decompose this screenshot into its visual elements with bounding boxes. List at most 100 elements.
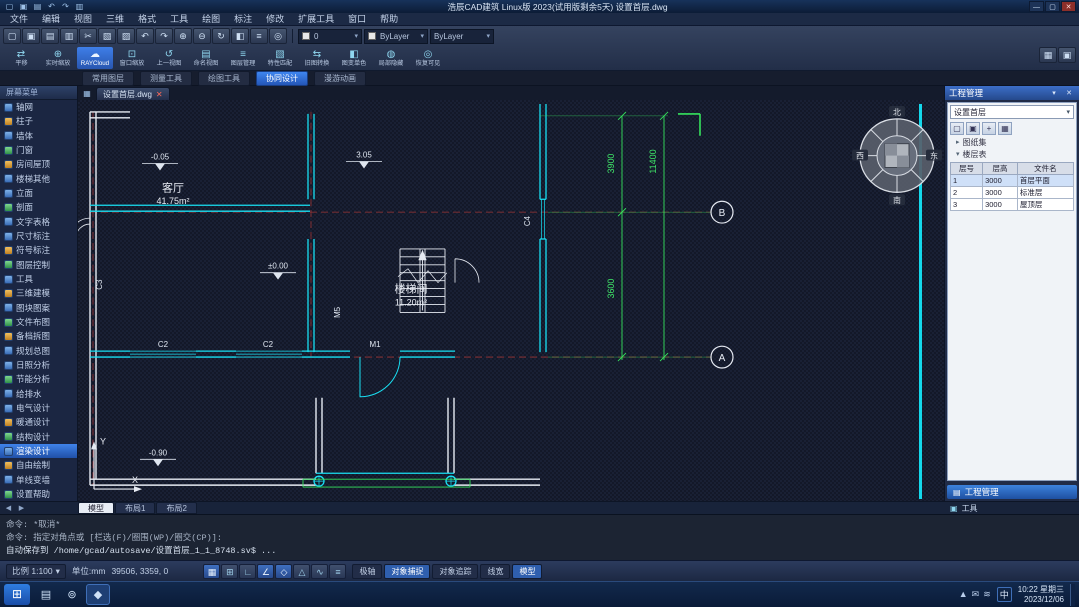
menu-item[interactable]: 修改 [259, 13, 291, 26]
close-tab-icon[interactable]: ✕ [156, 90, 163, 99]
tab-draw-tools[interactable]: 绘图工具 [198, 70, 250, 86]
sidebar-item[interactable]: 备档拆图 [0, 329, 77, 343]
menu-item[interactable]: 扩展工具 [291, 13, 341, 26]
sidebar-item[interactable]: 柱子 [0, 114, 77, 128]
zoom-realtime-button[interactable]: ⊕ 实时缩放 [40, 47, 76, 69]
sidebar-item[interactable]: 剖面 [0, 200, 77, 214]
menu-item[interactable]: 标注 [227, 13, 259, 26]
sidebar-item[interactable]: 工具 [0, 272, 77, 286]
status-toggle-chip[interactable]: 线宽 [480, 563, 511, 579]
sidebar-item[interactable]: 电气设计 [0, 401, 77, 415]
menu-item[interactable]: 绘图 [195, 13, 227, 26]
table-row[interactable]: 2 3000 标准层 [949, 186, 1075, 199]
open-project-icon[interactable]: ▣ [966, 122, 980, 135]
named-views-button[interactable]: ▤ 命名视图 [188, 47, 224, 69]
match-button[interactable]: ▧ 特性匹配 [262, 47, 298, 69]
drawing-canvas[interactable]: 3900 3600 11400 B A 客厅 41.75m² 楼梯间 11.20… [78, 100, 944, 501]
sidebar-item[interactable]: 自由绘制 [0, 458, 77, 472]
command-line-window[interactable]: 命令: *取消* 命令: 指定对角点或 [栏选(F)/圈围(WP)/圈交(CP)]… [0, 514, 1079, 560]
add-sheet-icon[interactable]: + [982, 122, 996, 135]
zoom-window-button[interactable]: ⊡ 窗口缩放 [114, 47, 150, 69]
ortho-toggle[interactable]: ∟ [239, 563, 257, 579]
close-panel-icon[interactable]: ✕ [1063, 89, 1075, 97]
document-tab[interactable]: 设置首层.dwg ✕ [96, 87, 170, 100]
scale-selector[interactable]: 比例 1:100 ▾ [6, 563, 66, 579]
sidebar-item[interactable]: 单线变墙 [0, 473, 77, 487]
sidebar-item[interactable]: 房间屋顶 [0, 157, 77, 171]
tools-tab[interactable]: ▣ 工具 [944, 503, 1077, 514]
table-row[interactable]: 3 3000 屋顶层 [949, 198, 1075, 211]
new-icon[interactable]: ▢ [3, 28, 21, 44]
raycloud-button[interactable]: ☁ RAYCloud [77, 47, 113, 69]
tree-item-floors[interactable]: ▾ 楼层表 [948, 148, 1076, 160]
sidebar-item[interactable]: 暖通设计 [0, 415, 77, 429]
snap-toggle[interactable]: ▦ [203, 563, 221, 579]
layout-tab[interactable]: 布局1 [115, 502, 156, 514]
pin-icon[interactable]: ▾ [1048, 89, 1060, 97]
new-project-icon[interactable]: ▢ [950, 122, 964, 135]
redo-icon[interactable]: ↷ [155, 28, 173, 44]
tab-collab-design[interactable]: 协同设计 [256, 70, 308, 86]
open-icon[interactable]: ▣ [22, 28, 40, 44]
open-icon[interactable]: ▣ [17, 1, 30, 12]
menu-item[interactable]: 格式 [131, 13, 163, 26]
tab-walkthrough[interactable]: 漫游动画 [314, 70, 366, 86]
menu-item[interactable]: 视图 [67, 13, 99, 26]
find-icon[interactable]: ◎ [269, 28, 287, 44]
layers-icon[interactable]: ≡ [250, 28, 268, 44]
sidebar-item[interactable]: 门窗 [0, 143, 77, 157]
show-desktop-button[interactable] [1070, 583, 1075, 606]
regen-icon[interactable]: ↻ [212, 28, 230, 44]
hide-partial-button[interactable]: ◍ 局部隐藏 [373, 47, 409, 69]
paste-icon[interactable]: ▨ [117, 28, 135, 44]
project-combo[interactable]: 设置首层 ▾ [950, 105, 1074, 119]
sidebar-item[interactable]: 渲染设计 [0, 443, 77, 459]
maximize-button[interactable]: ▢ [1045, 1, 1060, 12]
save-icon[interactable]: ▤ [41, 28, 59, 44]
match-properties-icon[interactable]: ◧ [231, 28, 249, 44]
linetype-combo[interactable]: ByLayer ▾ [430, 28, 494, 44]
sidebar-item[interactable]: 三维建模 [0, 286, 77, 300]
menu-item[interactable]: 窗口 [341, 13, 373, 26]
input-method-indicator[interactable]: 中 [996, 587, 1012, 602]
menu-item[interactable]: 文件 [3, 13, 35, 26]
restore-visible-button[interactable]: ◎ 恢复可见 [410, 47, 446, 69]
floorplan-drawing[interactable]: 3900 3600 11400 B A 客厅 41.75m² 楼梯间 11.20… [78, 100, 944, 501]
menu-item[interactable]: 工具 [163, 13, 195, 26]
status-toggle-chip[interactable]: 对象追踪 [432, 563, 479, 579]
tab-measure-tools[interactable]: 测量工具 [140, 70, 192, 86]
settings-icon[interactable]: ▦ [998, 122, 1012, 135]
sidebar-item[interactable]: 图块图案 [0, 301, 77, 315]
polar-toggle[interactable]: ∠ [257, 563, 275, 579]
tool-palette-icon[interactable]: ▣ [1058, 47, 1076, 63]
layer-combo[interactable]: 0 ▾ [298, 28, 362, 44]
properties-panel-icon[interactable]: ▦ [1039, 47, 1057, 63]
undo-icon[interactable]: ↶ [45, 1, 58, 12]
otrack-toggle[interactable]: △ [293, 563, 311, 579]
sidebar-item[interactable]: 日照分析 [0, 358, 77, 372]
network-icon[interactable]: ≋ [983, 589, 991, 600]
sidebar-item[interactable]: 节能分析 [0, 372, 77, 386]
redo-icon[interactable]: ↷ [59, 1, 72, 12]
browser-icon[interactable]: ⊚ [60, 584, 84, 605]
mail-icon[interactable]: ✉ [972, 589, 980, 600]
layout-tab[interactable]: 布局2 [156, 502, 197, 514]
grid-toggle[interactable]: ⊞ [221, 563, 239, 579]
sidebar-item[interactable]: 轴网 [0, 100, 77, 114]
status-toggle-chip[interactable]: 对象捕捉 [384, 563, 431, 579]
sidebar-item[interactable]: 符号标注 [0, 243, 77, 257]
sidebar-item[interactable]: 给排水 [0, 387, 77, 401]
drawing-grid-icon[interactable]: ▦ [80, 88, 94, 100]
menu-item[interactable]: 三维 [99, 13, 131, 26]
arrow-up-icon[interactable]: ▲ [959, 589, 968, 600]
layer-manager-button[interactable]: ≡ 图层管理 [225, 47, 261, 69]
zoom-previous-button[interactable]: ↺ 上一视图 [151, 47, 187, 69]
status-toggle-chip[interactable]: 模型 [512, 563, 543, 579]
sidebar-item[interactable]: 楼梯其他 [0, 172, 77, 186]
zoom-out-icon[interactable]: ⊖ [193, 28, 211, 44]
tab-common-layers[interactable]: 常用图层 [82, 70, 134, 86]
color-combo[interactable]: ByLayer ▾ [364, 28, 428, 44]
sidebar-item[interactable]: 结构设计 [0, 430, 77, 444]
north-compass-widget[interactable]: 北 东 南 西 [852, 105, 942, 205]
convert-drawing-button[interactable]: ⇆ 旧图转换 [299, 47, 335, 69]
